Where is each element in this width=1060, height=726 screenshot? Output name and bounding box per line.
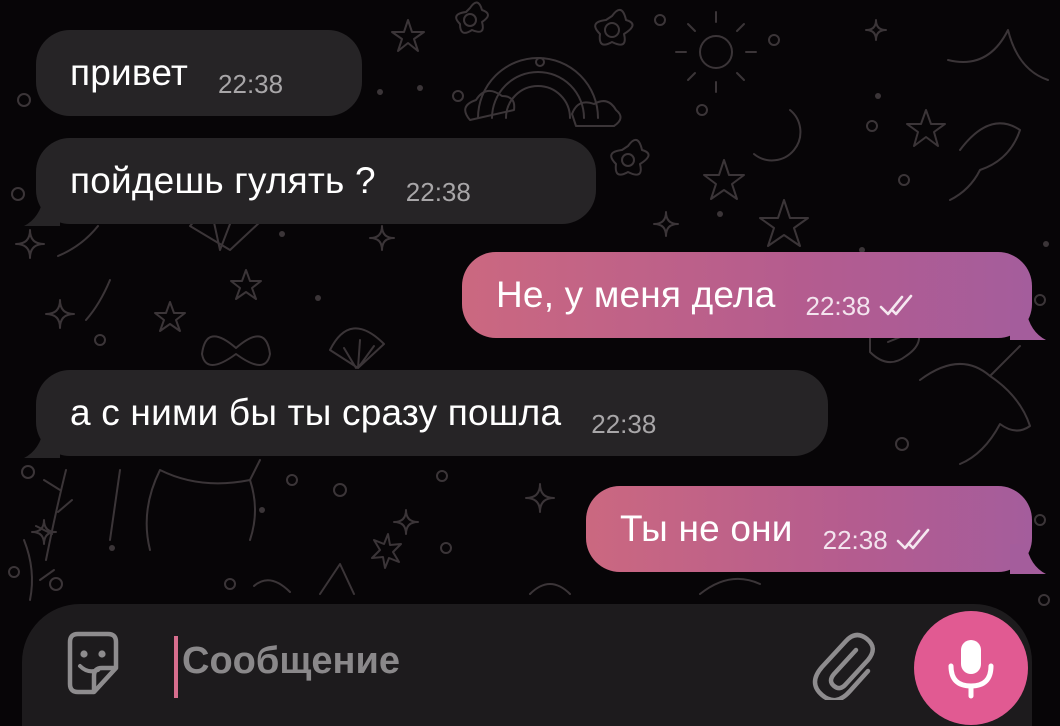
- paperclip-icon[interactable]: [812, 630, 876, 700]
- message-bubble-outgoing[interactable]: Ты не они 22:38: [586, 486, 1032, 572]
- double-check-icon: [879, 294, 912, 316]
- message-text: привет: [70, 52, 189, 93]
- bubble-tail: [24, 428, 60, 458]
- message-time: 22:38: [218, 68, 284, 99]
- microphone-icon: [948, 640, 994, 699]
- message-time: 22:38: [591, 408, 657, 439]
- message-time: 22:38: [405, 176, 471, 207]
- message-text: пойдешь гулять ?: [70, 160, 376, 201]
- microphone-button[interactable]: [914, 611, 1028, 725]
- message-time: 22:38: [805, 290, 871, 321]
- bubble-tail: [1010, 310, 1046, 340]
- message-bubble-outgoing[interactable]: Не, у меня дела 22:38: [462, 252, 1032, 338]
- sticker-smile-icon[interactable]: [60, 628, 124, 698]
- bubble-tail: [24, 196, 60, 226]
- bubble-tail: [1010, 544, 1046, 574]
- text-caret: [174, 636, 178, 698]
- double-check-icon: [896, 528, 930, 550]
- message-text: Ты не они: [620, 508, 793, 549]
- message-bubble-incoming[interactable]: а с ними бы ты сразу пошла 22:38: [36, 370, 828, 456]
- message-text: а с ними бы ты сразу пошла: [70, 392, 562, 433]
- message-bubble-incoming[interactable]: пойдешь гулять ? 22:38: [36, 138, 596, 224]
- message-input[interactable]: Сообщение: [182, 640, 400, 683]
- message-time: 22:38: [822, 524, 888, 555]
- message-text: Не, у меня дела: [496, 274, 776, 315]
- chat-screen: привет 22:38 пойдешь гулять ? 22:38 Не, …: [0, 0, 1060, 726]
- message-bubble-incoming[interactable]: привет 22:38: [36, 30, 362, 116]
